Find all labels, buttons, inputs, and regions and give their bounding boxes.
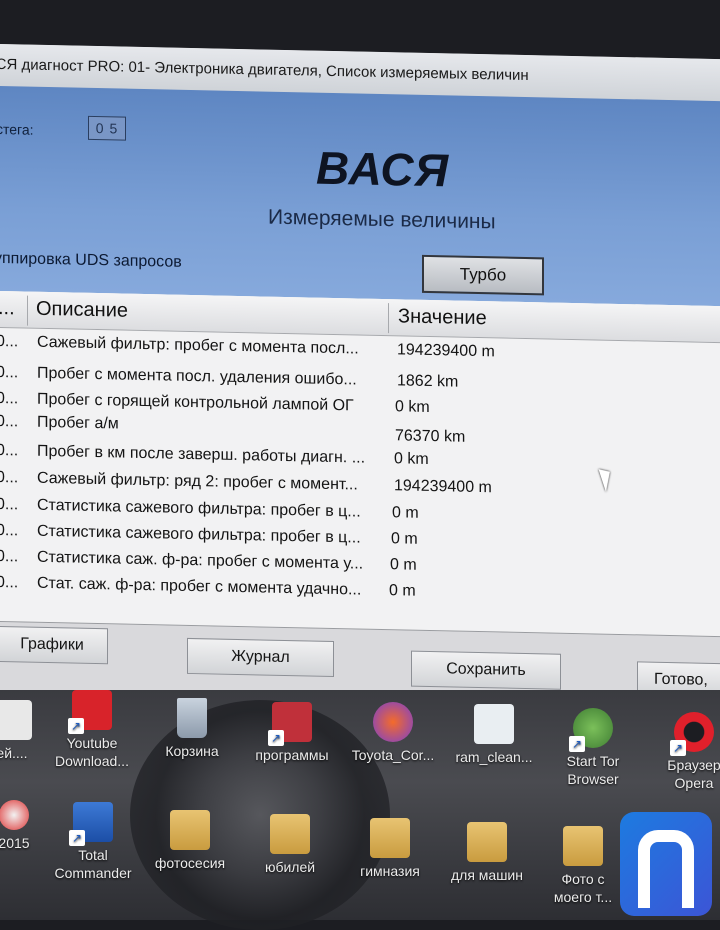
header-panel: стега: 0 5 ВАСЯ Измеряемые величины уппи…: [0, 86, 720, 307]
tor-browser-icon: [569, 708, 613, 752]
row-index: 0...: [0, 389, 19, 408]
row-value: 194239400 m: [397, 341, 495, 361]
script-file-icon: [474, 704, 514, 744]
row-value: 0 m: [391, 530, 418, 548]
tab-value-field[interactable]: 0 5: [88, 115, 126, 141]
watermark-logo-icon: [620, 812, 712, 916]
column-header-description[interactable]: Описание: [36, 298, 128, 323]
column-header-value[interactable]: Значение: [398, 305, 487, 330]
desktop-icon-label: программы: [255, 747, 329, 763]
row-value: 0 m: [390, 556, 417, 574]
page-subtitle: Измеряемые величины: [268, 205, 496, 234]
desktop-icon[interactable]: ей....: [0, 700, 40, 762]
row-value: 1862 km: [397, 372, 459, 391]
desktop-icon-tor-browser[interactable]: Start Tor Browser: [552, 708, 634, 788]
desktop-icon-label: Браузер Opera: [667, 757, 720, 791]
firefox-icon: [373, 702, 413, 742]
desktop-icon-opera[interactable]: Браузер Opera: [652, 712, 720, 792]
row-index: 0...: [0, 441, 19, 460]
desktop-icon-label: фотосесия: [154, 855, 226, 871]
app-window: АСЯ диагност PRO: 01- Электроника двигат…: [0, 44, 720, 710]
desktop-icon-ram-cleaner[interactable]: ram_clean...: [446, 704, 542, 766]
desktop-icon-toyota[interactable]: Toyota_Cor...: [344, 702, 442, 764]
desktop-icon-label: гимназия: [360, 863, 420, 879]
folder-icon: [370, 818, 410, 858]
row-index: 0...: [0, 468, 19, 487]
desktop-icon-label: ram_clean...: [455, 749, 533, 765]
row-index: 0...: [0, 332, 19, 351]
desktop-icon-label: для машин: [450, 867, 523, 883]
file-icon: [0, 700, 32, 740]
desktop-icon-folder[interactable]: Фото с моего т...: [546, 826, 620, 906]
desktop-icon-label: Корзина: [165, 743, 219, 759]
row-value: 0 km: [394, 450, 429, 468]
row-description: Пробег в км после заверш. работы диагн. …: [37, 442, 366, 467]
desktop-icon-label: юбилей: [264, 859, 316, 875]
desktop-icon-total-commander[interactable]: Total Commander: [50, 802, 136, 882]
folder-icon: [467, 822, 507, 862]
folder-icon: [563, 826, 603, 866]
graphs-button[interactable]: Графики: [0, 625, 108, 665]
row-description: Сажевый фильтр: пробег с момента посл...: [37, 333, 359, 358]
row-index: 0...: [0, 363, 19, 382]
folder-icon: [270, 814, 310, 854]
column-divider[interactable]: [388, 303, 389, 334]
row-value: 0 m: [392, 504, 419, 522]
row-index: 0...: [0, 573, 19, 592]
row-index: 0...: [0, 547, 19, 566]
column-divider[interactable]: [27, 295, 28, 326]
desktop-icon-folder[interactable]: фотосесия: [148, 810, 232, 872]
column-header-index[interactable]: ...: [0, 297, 15, 320]
measurements-table: ... Описание Значение 0... Сажевый фильт…: [0, 291, 720, 638]
desktop-icon-label: Toyota_Cor...: [351, 747, 435, 763]
desktop-icon[interactable]: 2015: [0, 800, 40, 852]
uds-grouping-checkbox-label[interactable]: уппировка UDS запросов: [0, 250, 182, 272]
row-description: Пробег с момента посл. удаления ошибо...: [37, 364, 357, 389]
journal-button[interactable]: Журнал: [187, 637, 334, 677]
desktop-icon-label: Start Tor Browser: [566, 753, 620, 787]
row-value: 0 km: [395, 398, 430, 417]
window-title: АСЯ диагност PRO: 01- Электроника двигат…: [0, 55, 529, 85]
desktop-icon-label: 2015: [0, 835, 30, 851]
folder-shortcut-icon: [268, 702, 312, 746]
app-icon: [0, 800, 29, 830]
recycle-bin-icon: [177, 698, 207, 738]
desktop-icon-programs[interactable]: программы: [246, 702, 338, 764]
save-button[interactable]: Сохранить: [411, 650, 561, 690]
row-value: 76370 km: [395, 427, 466, 446]
desktop-icon-youtube-downloader[interactable]: Youtube Download...: [50, 690, 134, 770]
row-value: 0 m: [389, 582, 416, 600]
youtube-downloader-icon: [68, 690, 112, 734]
row-index: 0...: [0, 412, 19, 431]
desktop-icon-folder[interactable]: юбилей: [250, 814, 330, 876]
desktop-icon-folder[interactable]: гимназия: [348, 818, 432, 880]
desktop-icon-label: ей....: [0, 745, 28, 761]
total-commander-icon: [69, 802, 113, 846]
desktop-area: ей.... Youtube Download... Корзина прогр…: [0, 690, 720, 930]
row-description: Пробег а/м: [37, 413, 119, 433]
desktop-icon-folder[interactable]: для машин: [444, 822, 530, 884]
row-index: 0...: [0, 495, 19, 514]
row-value: 194239400 m: [394, 477, 492, 497]
tab-label: стега:: [0, 120, 34, 138]
desktop-icon-label: Youtube Download...: [55, 735, 129, 769]
turbo-button[interactable]: Турбо: [422, 254, 544, 296]
row-index: 0...: [0, 521, 19, 540]
desktop-icon-label: Total Commander: [54, 847, 132, 881]
opera-icon: [670, 712, 714, 756]
app-logo: ВАСЯ: [316, 141, 450, 197]
folder-icon: [170, 810, 210, 850]
desktop-icon-recycle-bin[interactable]: Корзина: [152, 698, 232, 760]
desktop-icon-label: Фото с моего т...: [553, 871, 613, 905]
